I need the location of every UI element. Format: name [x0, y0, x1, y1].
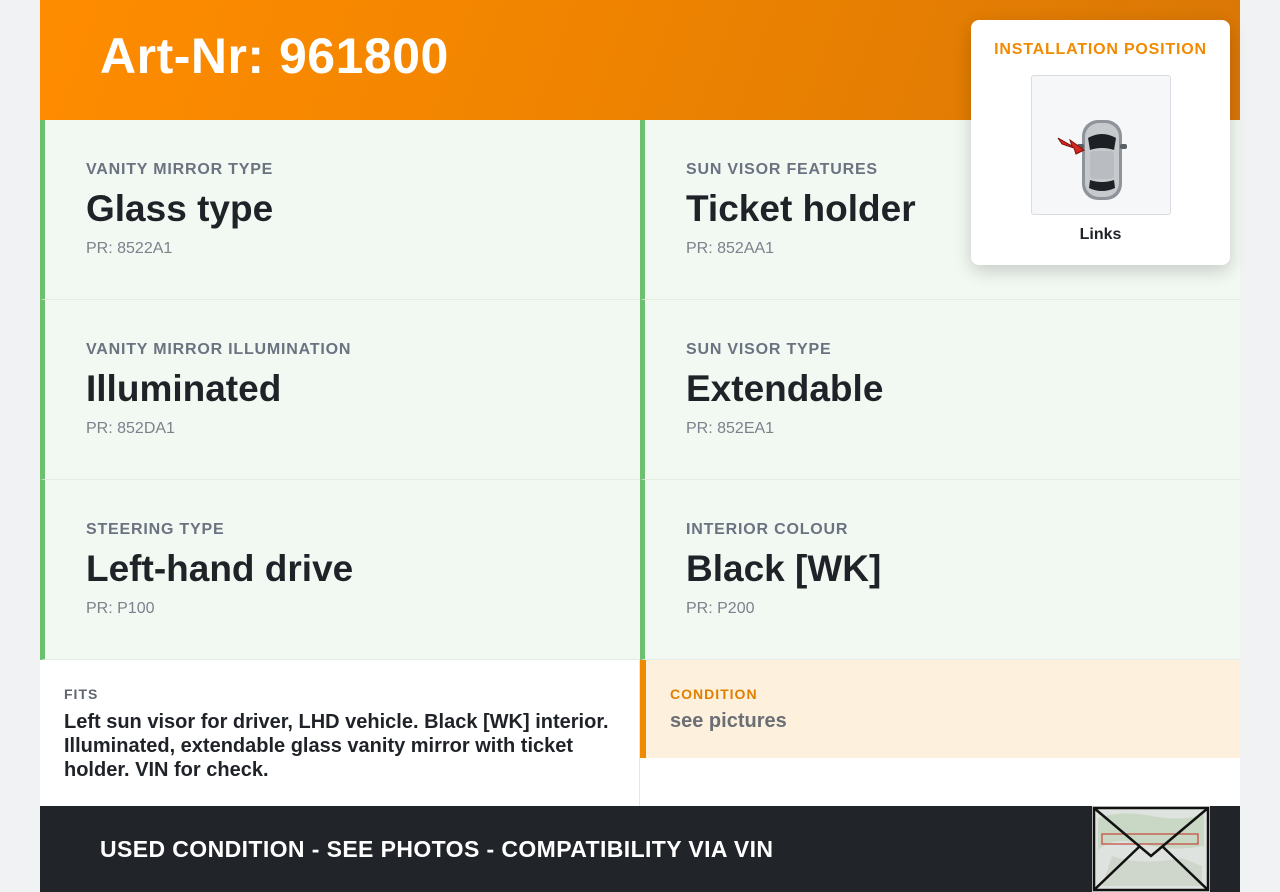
spec-value: Extendable	[686, 368, 884, 409]
spec-interior-colour: INTERIOR COLOUR Black [WK] PR: P200	[640, 480, 1240, 660]
spec-value: Black [WK]	[686, 548, 882, 589]
spec-value: Glass type	[86, 188, 274, 229]
spec-pr-code: PR: 8522A1	[86, 240, 173, 257]
spec-value: Left-hand drive	[86, 548, 354, 589]
spec-pr-code: PR: 852EA1	[686, 420, 775, 437]
spec-pr-code: PR: 852DA1	[86, 420, 175, 437]
footer-notice: USED CONDITION - SEE PHOTOS - COMPATIBIL…	[100, 836, 774, 862]
spec-pr-code: PR: 852AA1	[686, 240, 775, 257]
installation-position-card: INSTALLATION POSITION Links	[971, 20, 1230, 265]
installation-caption: Links	[1079, 226, 1122, 243]
spec-value: Ticket holder	[686, 188, 916, 229]
footer-bar: USED CONDITION - SEE PHOTOS - COMPATIBIL…	[40, 806, 1240, 892]
spec-vanity-mirror-type: VANITY MIRROR TYPE Glass type PR: 8522A1	[40, 120, 640, 300]
spec-label: SUN VISOR TYPE	[686, 341, 832, 358]
spec-vanity-mirror-illumination: VANITY MIRROR ILLUMINATION Illuminated P…	[40, 300, 640, 480]
condition-section: CONDITION see pictures	[640, 660, 1240, 758]
installation-title: INSTALLATION POSITION	[994, 41, 1207, 58]
spec-value: Illuminated	[86, 368, 282, 409]
spec-label: INTERIOR COLOUR	[686, 521, 849, 538]
condition-label: CONDITION	[670, 686, 758, 702]
spec-label: VANITY MIRROR TYPE	[86, 161, 274, 178]
article-number: Art-Nr: 961800	[100, 28, 449, 84]
car-top-view-icon	[1057, 120, 1127, 200]
spec-label: STEERING TYPE	[86, 521, 225, 538]
fits-section: FITS Left sun visor for driver, LHD vehi…	[40, 660, 640, 806]
spec-pr-code: PR: P200	[686, 600, 755, 617]
condition-value: see pictures	[670, 710, 787, 732]
spec-steering-type: STEERING TYPE Left-hand drive PR: P100	[40, 480, 640, 660]
envelope-icon	[1092, 806, 1210, 892]
spec-label: VANITY MIRROR ILLUMINATION	[86, 341, 352, 358]
spec-label: SUN VISOR FEATURES	[686, 161, 878, 178]
spec-sun-visor-type: SUN VISOR TYPE Extendable PR: 852EA1	[640, 300, 1240, 480]
fits-description: Left sun visor for driver, LHD vehicle. …	[64, 711, 609, 781]
fits-label: FITS	[64, 686, 99, 702]
installation-image	[1031, 75, 1171, 215]
spec-pr-code: PR: P100	[86, 600, 155, 617]
